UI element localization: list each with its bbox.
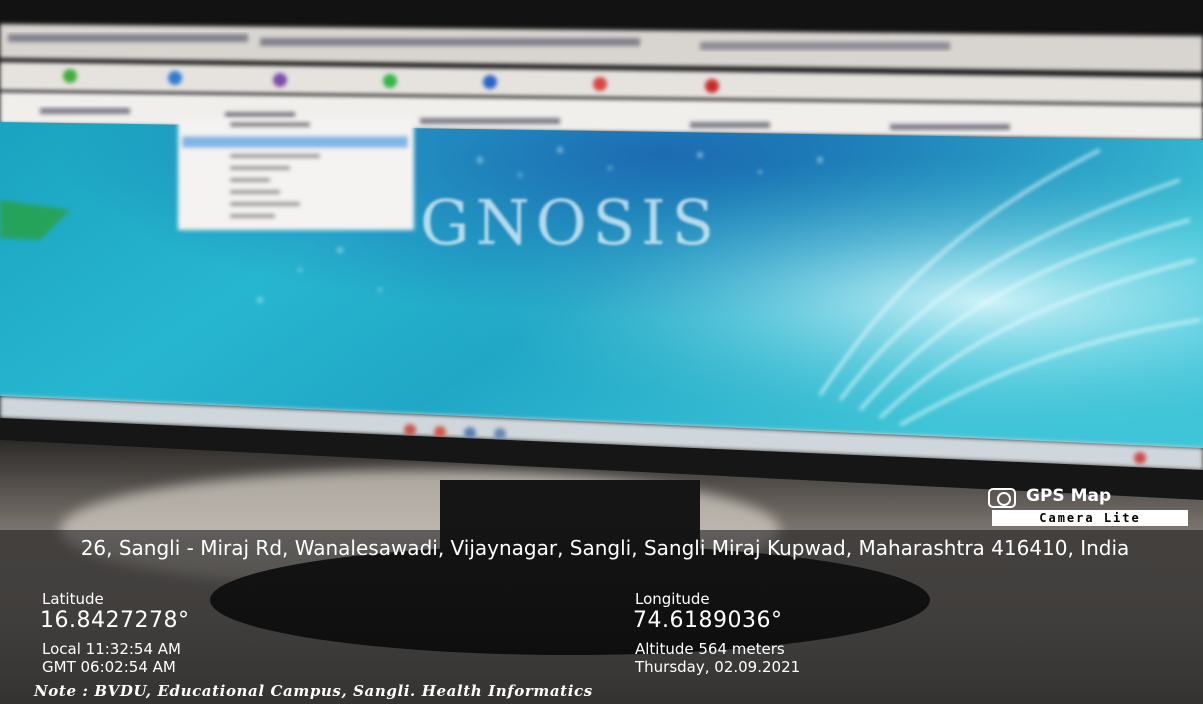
date: Thursday, 02.09.2021 <box>635 658 801 676</box>
latitude-value: 16.8427278° <box>40 608 190 633</box>
local-time: Local 11:32:54 AM <box>42 640 181 658</box>
gps-map-camera-badge: GPS Map Camera Lite <box>984 486 1196 526</box>
badge-subtitle: Camera Lite <box>992 510 1188 526</box>
note-text: Note : BVDU, Educational Campus, Sangli.… <box>34 682 593 700</box>
longitude-label: Longitude <box>635 590 710 608</box>
screen-logo-text: GNOSIS <box>420 186 721 259</box>
longitude-value: 74.6189036° <box>633 608 783 633</box>
camera-icon <box>988 488 1016 508</box>
latitude-label: Latitude <box>42 590 104 608</box>
badge-title: GPS Map <box>1026 486 1112 506</box>
location-address: 26, Sangli - Miraj Rd, Wanalesawadi, Vij… <box>80 536 1130 560</box>
altitude: Altitude 564 meters <box>635 640 785 658</box>
gmt-time: GMT 06:02:54 AM <box>42 658 176 676</box>
